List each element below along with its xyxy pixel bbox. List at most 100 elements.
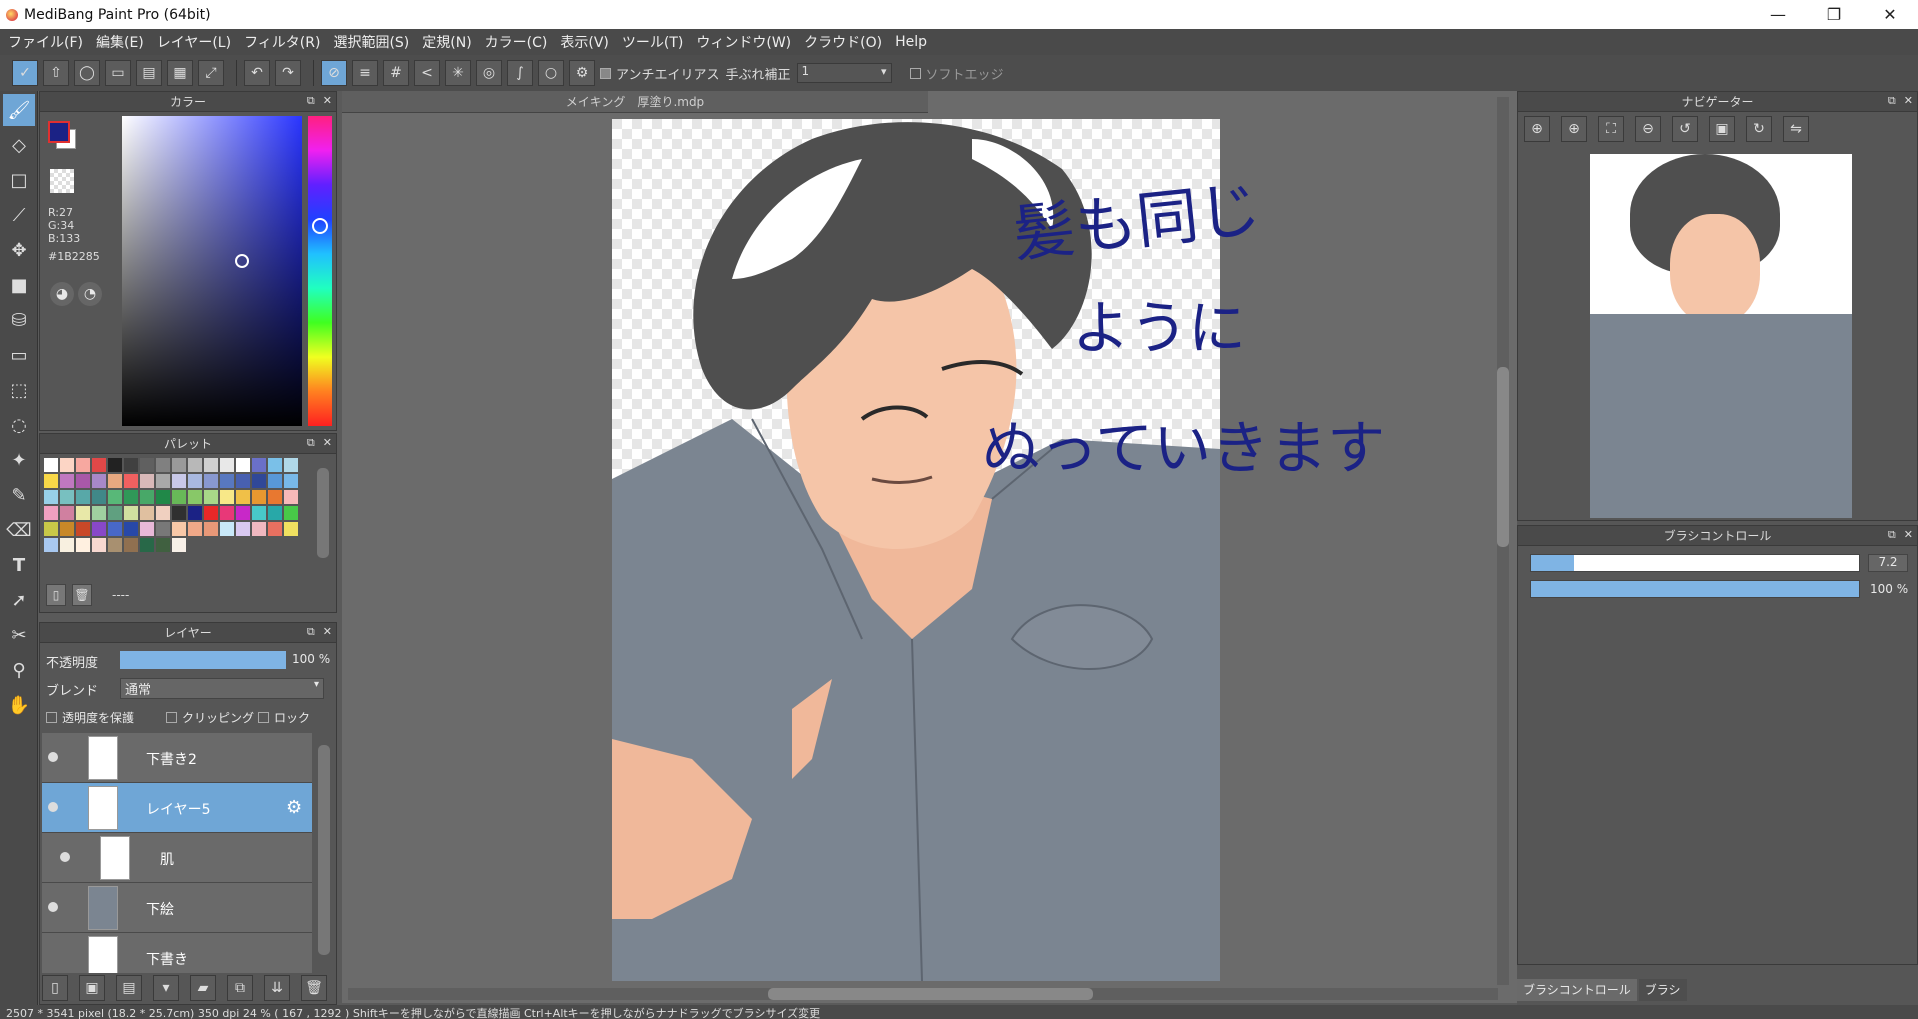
palette-swatch[interactable] xyxy=(156,490,170,504)
palette-swatch[interactable] xyxy=(172,538,186,552)
palette-swatch[interactable] xyxy=(60,538,74,552)
float-icon[interactable]: ⧉ xyxy=(1888,94,1896,108)
palette-swatch[interactable] xyxy=(60,458,74,472)
palette-swatch[interactable] xyxy=(156,538,170,552)
brush-opacity-slider[interactable] xyxy=(1530,580,1860,598)
palette-swatch[interactable] xyxy=(204,506,218,520)
rotate-right-icon[interactable]: ↻ xyxy=(1746,116,1772,142)
bucket-tool-icon[interactable]: ⛁ xyxy=(3,304,35,336)
hscroll-thumb[interactable] xyxy=(768,988,1093,1000)
close-panel-icon[interactable]: ✕ xyxy=(1904,528,1913,542)
folder-icon[interactable]: ▰ xyxy=(190,975,216,1001)
rotate-left-icon[interactable]: ↺ xyxy=(1672,116,1698,142)
hand-tool-icon[interactable]: ✋ xyxy=(3,689,35,721)
layer-row-layer5[interactable]: レイヤー5 ⚙ xyxy=(42,783,312,833)
foreground-color-swatch[interactable] xyxy=(48,121,70,143)
palette-swatch[interactable] xyxy=(76,522,90,536)
brush-size-value[interactable]: 7.2 xyxy=(1868,554,1908,572)
palette-swatch[interactable] xyxy=(156,506,170,520)
snap-settings-icon[interactable]: ⚙ xyxy=(569,60,595,86)
palette-swatch[interactable] xyxy=(268,490,282,504)
menu-tool[interactable]: ツール(T) xyxy=(622,32,683,52)
palette-swatch[interactable] xyxy=(92,522,106,536)
stabilizer-select[interactable]: 1 xyxy=(796,63,892,83)
float-icon[interactable]: ⧉ xyxy=(307,625,315,639)
palette-settings-icon[interactable]: ◔ xyxy=(78,282,102,306)
palette-swatch[interactable] xyxy=(252,458,266,472)
palette-swatch[interactable] xyxy=(44,474,58,488)
sv-cursor[interactable] xyxy=(235,254,249,268)
grid-snap-icon[interactable]: # xyxy=(383,60,409,86)
zoom-in-icon[interactable]: ⊕ xyxy=(1524,116,1550,142)
menu-layer[interactable]: レイヤー(L) xyxy=(157,32,231,52)
palette-swatch[interactable] xyxy=(44,506,58,520)
palette-swatch[interactable] xyxy=(108,474,122,488)
minimize-button[interactable]: — xyxy=(1750,0,1806,29)
palette-swatch[interactable] xyxy=(92,538,106,552)
tab-brush-control[interactable]: ブラシコントロール xyxy=(1517,979,1637,1001)
visibility-eye-icon[interactable] xyxy=(48,752,58,762)
palette-swatch[interactable] xyxy=(108,538,122,552)
brush-tool-icon[interactable]: 🖌 xyxy=(3,94,35,126)
palette-swatch[interactable] xyxy=(236,458,250,472)
add-layer-dropdown-icon[interactable]: ▾ xyxy=(153,975,179,1001)
palette-swatch[interactable] xyxy=(60,506,74,520)
palette-swatch[interactable] xyxy=(124,506,138,520)
palette-swatch[interactable] xyxy=(140,474,154,488)
close-panel-icon[interactable]: ✕ xyxy=(323,436,332,450)
menu-ruler[interactable]: 定規(N) xyxy=(422,32,471,52)
visibility-eye-icon[interactable] xyxy=(48,802,58,812)
palette-swatch[interactable] xyxy=(204,522,218,536)
palette-scrollbar[interactable] xyxy=(317,468,329,558)
palette-swatch[interactable] xyxy=(140,490,154,504)
close-panel-icon[interactable]: ✕ xyxy=(1904,94,1913,108)
palette-swatch[interactable] xyxy=(60,474,74,488)
palette-swatch[interactable] xyxy=(188,506,202,520)
transform-icon[interactable]: ⤢ xyxy=(198,60,224,86)
layer-row-shitagaki2[interactable]: 下書き2 xyxy=(42,733,312,783)
move-tool-icon[interactable]: ✥ xyxy=(3,234,35,266)
delete-palette-icon[interactable]: 🗑 xyxy=(72,584,92,606)
palette-swatch[interactable] xyxy=(124,458,138,472)
palette-swatch[interactable] xyxy=(172,474,186,488)
parallel-snap-icon[interactable]: ≡ xyxy=(352,60,378,86)
menu-view[interactable]: 表示(V) xyxy=(560,32,609,52)
palette-swatch[interactable] xyxy=(220,522,234,536)
speech-rect-icon[interactable]: ▭ xyxy=(105,60,131,86)
layer-row-hada[interactable]: 肌 xyxy=(42,833,312,883)
layer-scrollbar[interactable] xyxy=(318,745,330,955)
menu-edit[interactable]: 編集(E) xyxy=(96,32,144,52)
new-halftone-layer-icon[interactable]: ▣ xyxy=(79,975,105,1001)
menu-file[interactable]: ファイル(F) xyxy=(8,32,83,52)
lock-checkbox[interactable]: ロック xyxy=(258,709,310,726)
palette-swatch[interactable] xyxy=(252,490,266,504)
dot-tool-icon[interactable]: □ xyxy=(3,164,35,196)
close-button[interactable]: ✕ xyxy=(1862,0,1918,29)
lasso-tool-icon[interactable]: ◌ xyxy=(3,409,35,441)
radial-snap-icon[interactable]: ✳ xyxy=(445,60,471,86)
palette-swatch[interactable] xyxy=(284,458,298,472)
palette-swatch[interactable] xyxy=(268,506,282,520)
palette-swatch[interactable] xyxy=(204,490,218,504)
palette-swatch[interactable] xyxy=(236,474,250,488)
canvas-horizontal-scrollbar[interactable] xyxy=(348,988,1498,1000)
palette-swatch[interactable] xyxy=(60,522,74,536)
palette-swatch[interactable] xyxy=(156,522,170,536)
palette-swatch[interactable] xyxy=(44,458,58,472)
fit-window-icon[interactable]: ⛶ xyxy=(1598,116,1624,142)
float-icon[interactable]: ⧉ xyxy=(1888,528,1896,542)
menu-help[interactable]: Help xyxy=(895,34,927,50)
magic-wand-tool-icon[interactable]: ✦ xyxy=(3,444,35,476)
palette-swatch[interactable] xyxy=(252,506,266,520)
undo-icon[interactable]: ↶ xyxy=(244,60,270,86)
palette-swatch[interactable] xyxy=(284,506,298,520)
palette-swatch[interactable] xyxy=(236,490,250,504)
palette-swatch[interactable] xyxy=(76,458,90,472)
zoom-out-icon[interactable]: ⊖ xyxy=(1635,116,1661,142)
saturation-value-square[interactable] xyxy=(122,116,302,426)
operation-tool-icon[interactable]: ➚ xyxy=(3,584,35,616)
palette-swatch[interactable] xyxy=(268,522,282,536)
snap-off-icon[interactable]: ⊘ xyxy=(321,60,347,86)
palette-swatch[interactable] xyxy=(124,490,138,504)
palette-swatch[interactable] xyxy=(124,538,138,552)
